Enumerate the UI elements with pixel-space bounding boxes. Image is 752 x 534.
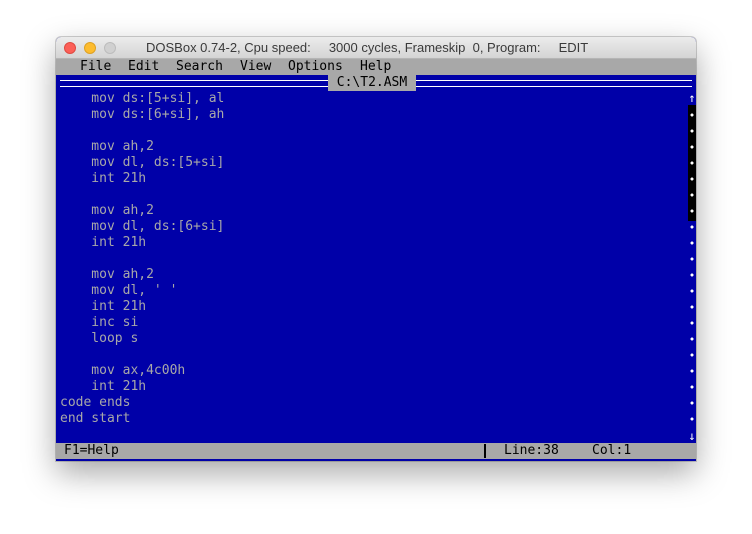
code-line[interactable]: mov ah,2 [60,203,680,219]
window-title: DOSBox 0.74-2, Cpu speed: 3000 cycles, F… [146,40,589,55]
file-title: C:\T2.ASM [328,75,416,91]
scroll-track[interactable] [689,105,695,429]
code-line[interactable]: inc si [60,315,680,331]
menu-search[interactable]: Search [176,59,223,75]
code-line[interactable]: int 21h [60,299,680,315]
line-label: Line: [504,443,544,458]
status-col-indicator: Col:1 [592,443,631,459]
status-help[interactable]: F1=Help [64,443,119,459]
arrow-down-icon[interactable]: ↓ [688,429,696,443]
code-line[interactable] [60,187,680,203]
title-bar[interactable]: DOSBox 0.74-2, Cpu speed: 3000 cycles, F… [56,37,696,59]
code-line[interactable]: end start [60,411,680,427]
code-line[interactable]: mov ah,2 [60,267,680,283]
col-value: 1 [623,443,632,458]
code-line[interactable]: int 21h [60,171,680,187]
menu-bar: File Edit Search View Options Help [56,59,696,75]
col-label: Col: [592,443,624,458]
code-line[interactable]: mov ax,4c00h [60,363,680,379]
code-line[interactable]: int 21h [60,379,680,395]
minimize-window-button[interactable] [84,42,96,54]
status-bar: F1=Help Line:38 Col:1 [56,443,696,459]
vertical-scrollbar[interactable]: ↑ ↓ [688,91,696,443]
menu-edit[interactable]: Edit [128,59,159,75]
menu-view[interactable]: View [240,59,271,75]
menu-help[interactable]: Help [360,59,391,75]
code-line[interactable]: mov dl, ds:[6+si] [60,219,680,235]
code-line[interactable] [60,427,680,443]
dos-screen: File Edit Search View Options Help C:\T2… [56,59,696,461]
close-window-button[interactable] [64,42,76,54]
zoom-window-button[interactable] [104,42,116,54]
menu-file[interactable]: File [80,59,111,75]
code-line[interactable]: mov dl, ' ' [60,283,680,299]
code-line[interactable] [60,123,680,139]
code-line[interactable]: mov ds:[5+si], al [60,91,680,107]
code-line[interactable]: mov dl, ds:[5+si] [60,155,680,171]
code-line[interactable]: code ends [60,395,680,411]
code-line[interactable]: int 21h [60,235,680,251]
editor-frame-top: C:\T2.ASM [56,75,696,91]
status-divider [484,444,486,458]
menu-options[interactable]: Options [288,59,343,75]
code-line[interactable]: mov ah,2 [60,139,680,155]
code-line[interactable]: loop s [60,331,680,347]
line-value: 38 [543,443,559,458]
code-line[interactable] [60,251,680,267]
dosbox-window: DOSBox 0.74-2, Cpu speed: 3000 cycles, F… [56,37,696,461]
code-editor[interactable]: mov ds:[5+si], al mov ds:[6+si], ah mov … [60,91,680,443]
arrow-up-icon[interactable]: ↑ [688,91,696,105]
code-line[interactable] [60,347,680,363]
status-line-indicator: Line:38 [504,443,559,459]
code-line[interactable]: mov ds:[6+si], ah [60,107,680,123]
